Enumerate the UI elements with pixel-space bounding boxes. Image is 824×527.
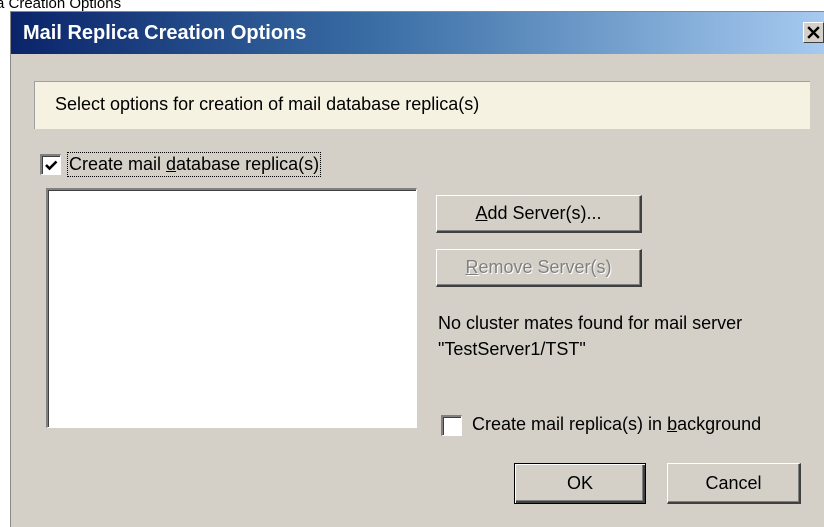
background-accel: b: [667, 414, 678, 434]
mail-replica-dialog: Mail Replica Creation Options Select opt…: [10, 11, 824, 527]
title-bar[interactable]: Mail Replica Creation Options: [11, 12, 824, 54]
background-label[interactable]: Create mail replica(s) in background: [472, 414, 761, 435]
checkmark-icon: [45, 160, 58, 171]
window-title: Mail Replica Creation Options: [23, 22, 307, 44]
remove-servers-label: emove Server(s): [478, 257, 612, 277]
background-label-pre: Create mail replica(s) in: [472, 414, 668, 434]
cancel-button[interactable]: Cancel: [667, 463, 801, 504]
create-replica-label-post: atabase replica(s): [176, 154, 320, 174]
background-label-post: ackground: [677, 414, 762, 434]
close-button[interactable]: [803, 22, 824, 43]
create-replica-accel: d: [166, 154, 177, 174]
info-text: Select options for creation of mail data…: [55, 94, 480, 114]
create-replica-label-pre: Create mail: [69, 154, 167, 174]
server-listbox[interactable]: [46, 188, 417, 428]
add-servers-accel: A: [475, 203, 488, 223]
screenshot: a Creation Options Mail Replica Creation…: [0, 0, 824, 527]
create-replica-checkbox[interactable]: [40, 154, 61, 175]
ok-button[interactable]: OK: [514, 463, 646, 504]
close-icon: [807, 26, 820, 39]
create-replica-label[interactable]: Create mail database replica(s): [66, 152, 322, 177]
cluster-status-text: No cluster mates found for mail server "…: [438, 310, 818, 362]
add-servers-button[interactable]: Add Server(s)...: [436, 195, 642, 233]
remove-servers-button[interactable]: Remove Server(s): [436, 249, 642, 287]
add-servers-label: dd Server(s)...: [487, 203, 602, 223]
cluster-status-line1: No cluster mates found for mail server: [438, 313, 743, 333]
cluster-status-line2: "TestServer1/TST": [438, 339, 586, 359]
background-checkbox[interactable]: [441, 415, 462, 436]
info-panel: Select options for creation of mail data…: [34, 81, 810, 129]
remove-servers-accel: R: [465, 257, 479, 277]
